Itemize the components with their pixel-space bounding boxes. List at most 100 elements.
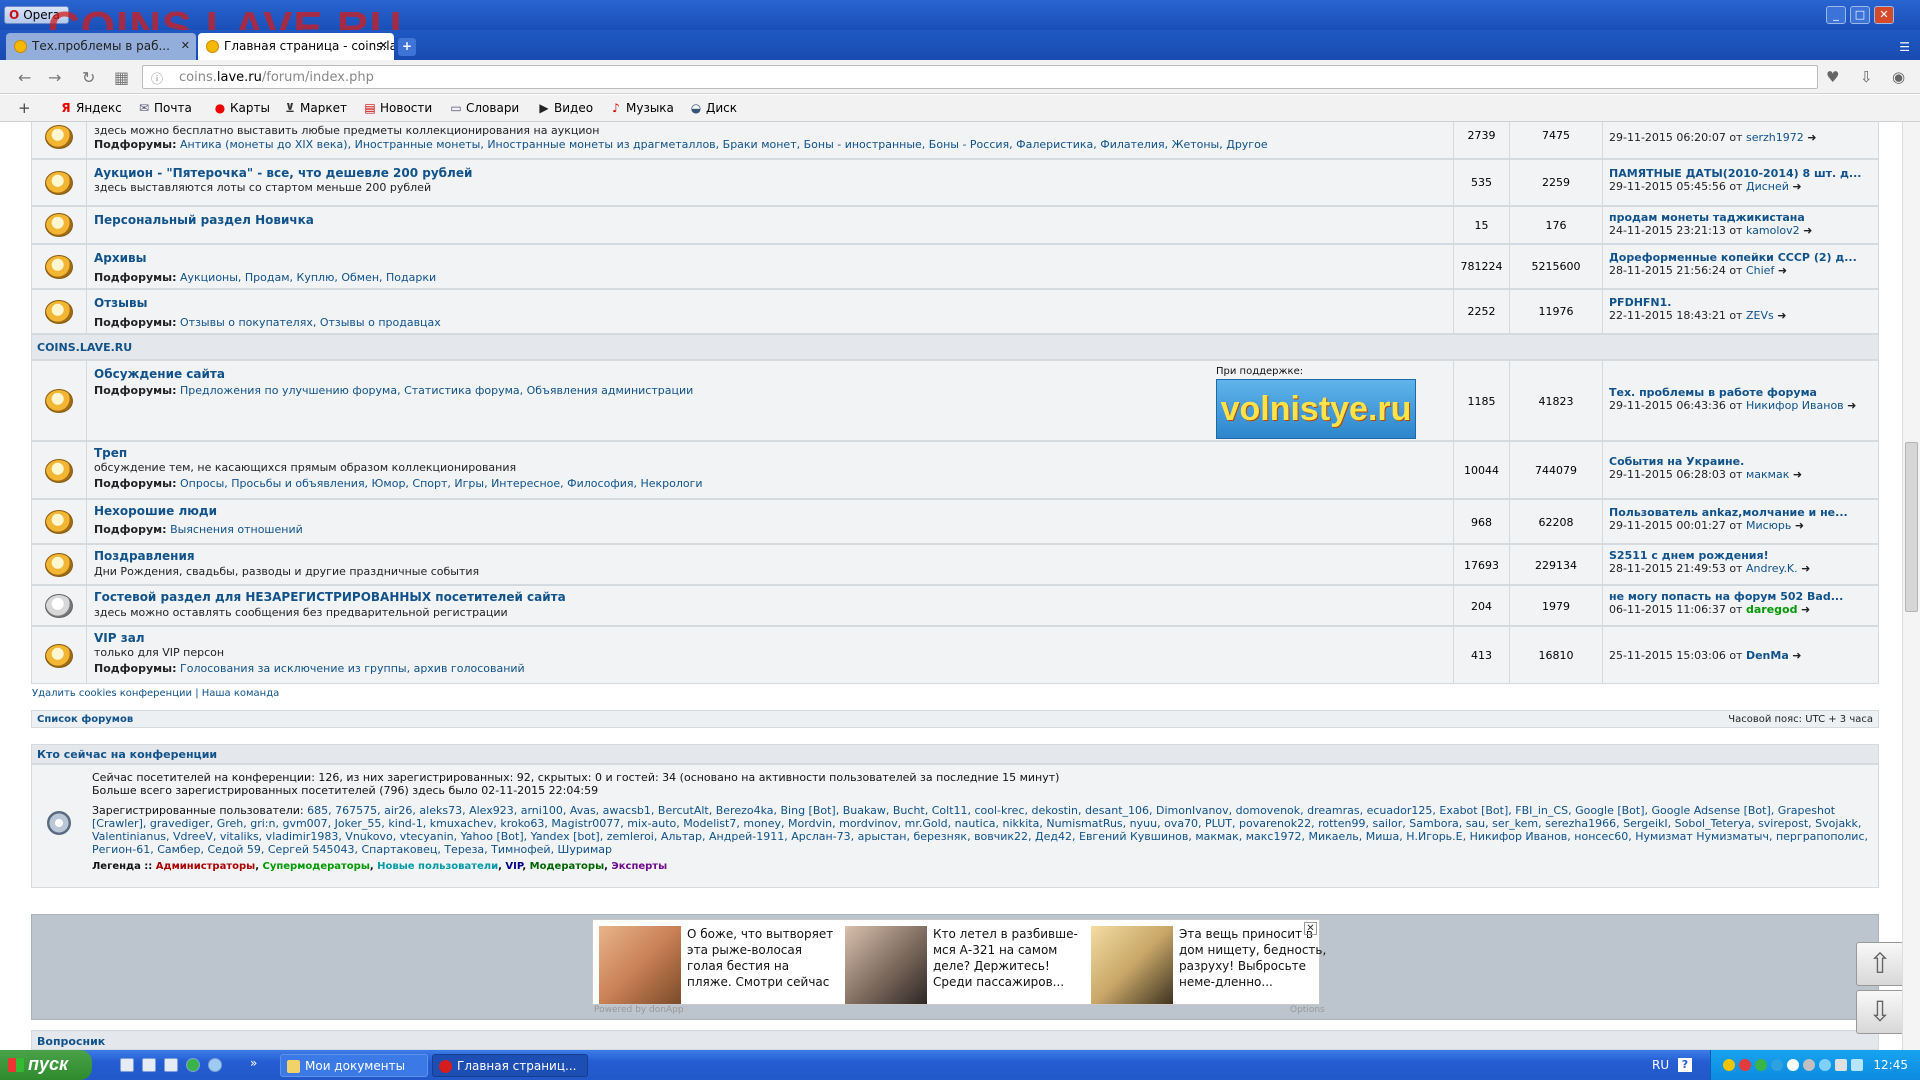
help-icon[interactable]: ? bbox=[1678, 1058, 1692, 1072]
back-icon[interactable]: ← bbox=[18, 68, 31, 87]
bookmark-dictionaries[interactable]: ▭ Словари bbox=[450, 101, 519, 115]
last-post-title[interactable]: S2511 с днем рождения! bbox=[1609, 549, 1879, 562]
go-to-post-icon[interactable]: ➜ bbox=[1793, 468, 1802, 481]
tray-app-icon[interactable] bbox=[1803, 1059, 1815, 1071]
tray-app-icon[interactable] bbox=[1787, 1059, 1799, 1071]
go-to-post-icon[interactable]: ➜ bbox=[1847, 399, 1856, 412]
quicklaunch-more-icon[interactable]: » bbox=[250, 1056, 257, 1070]
go-to-post-icon[interactable]: ➜ bbox=[1807, 131, 1816, 144]
tray-app-icon[interactable] bbox=[1723, 1059, 1735, 1071]
close-tab-icon[interactable]: ✕ bbox=[181, 39, 190, 52]
scroll-down-icon[interactable]: ⇩ bbox=[1856, 990, 1902, 1034]
forum-title-link[interactable]: Аукцион - "Пятерочка" - все, что дешевле… bbox=[94, 166, 1458, 180]
forum-title-link[interactable]: Персональный раздел Новичка bbox=[94, 213, 1458, 227]
ad-text[interactable]: О боже, что вытворяет эта рыже-волосая г… bbox=[687, 926, 837, 990]
legend-experts[interactable]: Эксперты bbox=[611, 861, 667, 872]
delete-cookies-link[interactable]: Удалить cookies конференции bbox=[32, 688, 192, 699]
ad-text[interactable]: Кто летел в разбивше-мся А-321 на самом … bbox=[933, 926, 1083, 990]
taskbar-opera-window[interactable]: Главная страниц... bbox=[432, 1054, 588, 1077]
bookmark-video[interactable]: ▶ Видео bbox=[538, 101, 593, 115]
go-to-post-icon[interactable]: ➜ bbox=[1795, 519, 1804, 532]
last-post-user[interactable]: serzh1972 bbox=[1746, 131, 1804, 144]
ad-item[interactable]: Кто летел в разбивше-мся А-321 на самом … bbox=[843, 924, 1083, 1004]
go-to-post-icon[interactable]: ➜ bbox=[1803, 224, 1812, 237]
download-icon[interactable]: ⇩ bbox=[1860, 68, 1873, 86]
go-to-post-icon[interactable]: ➜ bbox=[1792, 649, 1801, 662]
team-link[interactable]: Наша команда bbox=[202, 688, 280, 699]
taskbar-my-documents[interactable]: Мои документы bbox=[280, 1054, 428, 1077]
legend-admins[interactable]: Администраторы bbox=[156, 861, 255, 872]
online-header-link[interactable]: Кто сейчас на конференции bbox=[37, 748, 217, 761]
new-tab-button[interactable]: + bbox=[398, 38, 416, 56]
tab-menu-icon[interactable]: ☰ bbox=[1899, 40, 1910, 54]
bookmark-news[interactable]: ▤ Новости bbox=[364, 101, 432, 115]
tab-tech-problems[interactable]: Тех.проблемы в раб... ✕ bbox=[6, 33, 196, 60]
registered-users-list[interactable]: 685, 767575, air26, aleks73, Alex923, ar… bbox=[92, 804, 1868, 856]
speed-dial-icon[interactable]: ▦ bbox=[114, 68, 129, 87]
bookmark-disk[interactable]: ◒ Диск bbox=[690, 101, 737, 115]
tray-volume-icon[interactable] bbox=[1835, 1059, 1847, 1071]
last-post-user[interactable]: daregod bbox=[1746, 603, 1798, 616]
quicklaunch-desktop-icon[interactable] bbox=[120, 1058, 134, 1072]
bookmark-market[interactable]: ⊻ Маркет bbox=[284, 101, 347, 115]
bookmark-yandex[interactable]: Я Яндекс bbox=[60, 101, 121, 115]
tray-app-icon[interactable] bbox=[1755, 1059, 1767, 1071]
address-bar[interactable]: ⓘ coins.lave.ru/forum/index.php bbox=[142, 65, 1818, 89]
forward-icon[interactable]: → bbox=[48, 68, 61, 87]
subforum-links[interactable]: Выяснения отношений bbox=[170, 523, 303, 536]
last-post-user[interactable]: Мисюрь bbox=[1746, 519, 1791, 532]
last-post-user[interactable]: ZEVs bbox=[1746, 309, 1774, 322]
tray-app-icon[interactable] bbox=[1771, 1059, 1783, 1071]
add-bookmark-icon[interactable]: + bbox=[18, 99, 31, 117]
last-post-title[interactable]: продам монеты таджикистана bbox=[1609, 211, 1879, 224]
maximize-button[interactable]: □ bbox=[1850, 6, 1870, 24]
ad-close-icon[interactable]: ✕ bbox=[1304, 922, 1317, 935]
last-post-title[interactable]: PFDHFN1. bbox=[1609, 296, 1879, 309]
sponsor-banner[interactable]: volnistye.ru bbox=[1216, 379, 1416, 439]
last-post-user[interactable]: DenMa bbox=[1746, 649, 1789, 662]
last-post-title[interactable]: не могу попасть на форум 502 Bad... bbox=[1609, 590, 1879, 603]
forum-title-link[interactable]: VIP зал bbox=[94, 631, 1458, 645]
account-icon[interactable]: ◉ bbox=[1892, 68, 1905, 86]
last-post-user[interactable]: Chief bbox=[1746, 264, 1774, 277]
subforum-links[interactable]: Аукционы, Продам, Куплю, Обмен, Подарки bbox=[180, 271, 436, 284]
last-post-title[interactable]: ПАМЯТНЫЕ ДАТЫ(2010-2014) 8 шт. д... bbox=[1609, 167, 1879, 180]
quicklaunch-explorer-icon[interactable] bbox=[164, 1058, 178, 1072]
ad-image[interactable] bbox=[1091, 926, 1173, 1004]
last-post-title[interactable]: Пользователь ankaz,молчание и не... bbox=[1609, 506, 1879, 519]
ad-image[interactable] bbox=[845, 926, 927, 1004]
legend-supermods[interactable]: Супермодераторы bbox=[263, 861, 370, 872]
last-post-user[interactable]: макмак bbox=[1746, 468, 1789, 481]
quicklaunch-window-icon[interactable] bbox=[142, 1058, 156, 1072]
quicklaunch-globe-icon[interactable] bbox=[208, 1058, 222, 1072]
close-tab-icon[interactable]: ✕ bbox=[379, 39, 388, 52]
last-post-user[interactable]: kamolov2 bbox=[1746, 224, 1800, 237]
subforum-links[interactable]: Предложения по улучшению форума, Статист… bbox=[180, 384, 693, 397]
ad-image[interactable] bbox=[599, 926, 681, 1004]
go-to-post-icon[interactable]: ➜ bbox=[1801, 603, 1810, 616]
go-to-post-icon[interactable]: ➜ bbox=[1792, 180, 1801, 193]
last-post-user[interactable]: Дисней bbox=[1746, 180, 1789, 193]
tray-display-icon[interactable] bbox=[1851, 1059, 1863, 1071]
legend-vip[interactable]: VIP bbox=[505, 861, 522, 872]
minimize-button[interactable]: _ bbox=[1826, 6, 1846, 24]
forum-title-link[interactable]: Треп bbox=[94, 446, 1458, 460]
heart-icon[interactable]: ♥ bbox=[1826, 68, 1839, 86]
legend-new-users[interactable]: Новые пользователи bbox=[377, 861, 498, 872]
start-button[interactable]: пуск bbox=[0, 1050, 92, 1080]
site-info-icon[interactable]: ⓘ bbox=[151, 70, 163, 87]
go-to-post-icon[interactable]: ➜ bbox=[1777, 309, 1786, 322]
vertical-scrollbar[interactable] bbox=[1902, 122, 1920, 1050]
next-section-title[interactable]: Вопросник bbox=[37, 1035, 105, 1048]
forum-title-link[interactable]: Отзывы bbox=[94, 296, 1458, 310]
ad-item[interactable]: О боже, что вытворяет эта рыже-волосая г… bbox=[597, 924, 837, 1004]
clock[interactable]: 12:45 bbox=[1873, 1058, 1908, 1072]
language-indicator[interactable]: RU bbox=[1652, 1058, 1669, 1072]
forum-title-link[interactable]: Архивы bbox=[94, 251, 1458, 265]
bookmark-mail[interactable]: ✉ Почта bbox=[138, 101, 192, 115]
last-post-title[interactable]: Тех. проблемы в работе форума bbox=[1609, 386, 1879, 399]
subforum-links[interactable]: Отзывы о покупателях, Отзывы о продавцах bbox=[180, 316, 441, 329]
forum-title-link[interactable]: Гостевой раздел для НЕЗАРЕГИСТРИРОВАННЫХ… bbox=[94, 590, 1458, 604]
last-post-user[interactable]: Никифор Иванов bbox=[1746, 399, 1844, 412]
quicklaunch-browser-icon[interactable] bbox=[186, 1058, 200, 1072]
